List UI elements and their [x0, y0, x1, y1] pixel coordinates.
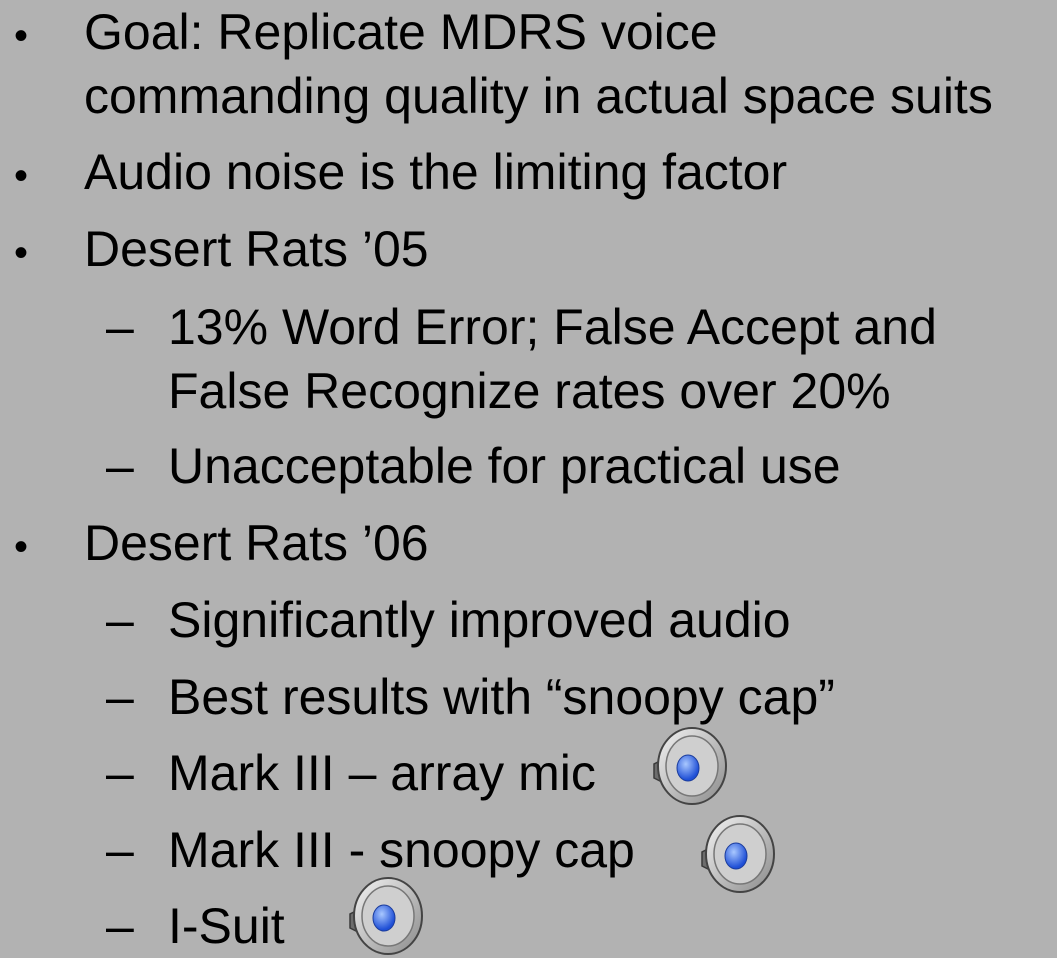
speaker-icon[interactable]: [696, 812, 780, 896]
sub-bullet: –: [106, 669, 134, 725]
speaker-icon[interactable]: [648, 724, 732, 808]
sub-text-mark3-snoopy-cap: Mark III - snoopy cap: [168, 822, 635, 878]
sub-text-word-error-line1: 13% Word Error; False Accept and: [168, 299, 937, 355]
sub-bullet: –: [106, 898, 134, 954]
sub-text-word-error-line2: False Recognize rates over 20%: [168, 363, 891, 419]
sub-text-unacceptable: Unacceptable for practical use: [168, 438, 841, 494]
sub-text-i-suit: I-Suit: [168, 898, 285, 954]
sub-text-mark3-array-mic: Mark III – array mic: [168, 745, 596, 801]
speaker-icon[interactable]: [344, 874, 428, 958]
sub-bullet: –: [106, 745, 134, 801]
bullet-text-desert-rats-05: Desert Rats ’05: [84, 221, 429, 277]
bullet-text-audio-noise: Audio noise is the limiting factor: [84, 144, 788, 200]
bullet-text-desert-rats-06: Desert Rats ’06: [84, 515, 429, 571]
sub-bullet: –: [106, 438, 134, 494]
bullet: •: [14, 525, 29, 569]
sub-bullet: –: [106, 299, 134, 355]
bullet-text-goal-line2: commanding quality in actual space suits: [84, 68, 993, 124]
sub-bullet: –: [106, 592, 134, 648]
sub-bullet: –: [106, 822, 134, 878]
bullet: •: [14, 154, 29, 198]
sub-text-best-results: Best results with “snoopy cap”: [168, 669, 835, 725]
bullet-text-goal-line1: Goal: Replicate MDRS voice: [84, 4, 718, 60]
bullet: •: [14, 231, 29, 275]
sub-text-improved-audio: Significantly improved audio: [168, 592, 791, 648]
bullet: •: [14, 14, 29, 58]
slide: • Goal: Replicate MDRS voice commanding …: [0, 0, 1057, 955]
